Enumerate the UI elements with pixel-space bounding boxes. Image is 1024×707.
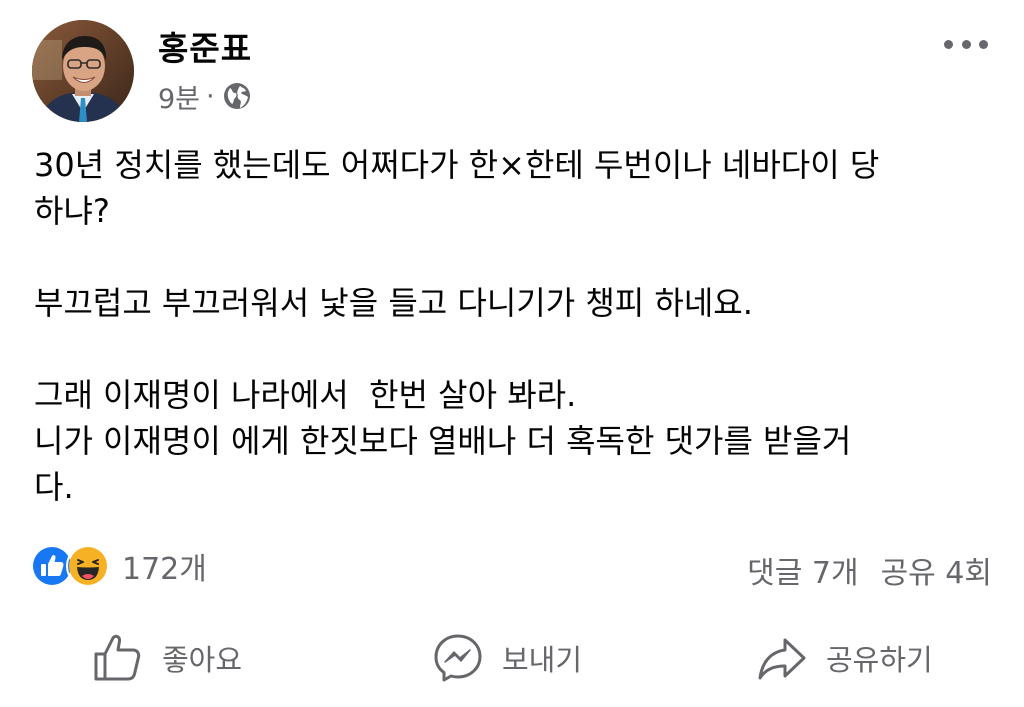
send-button[interactable]: 보내기	[432, 620, 582, 696]
author-name[interactable]: 홍준표	[158, 22, 252, 70]
post-action-bar: 좋아요 보내기 공유하기	[0, 620, 1024, 696]
post-time[interactable]: 9분	[158, 77, 200, 116]
post-stats: 172개 댓글 7개 공유 4회	[30, 540, 992, 592]
more-dot-icon	[961, 39, 971, 49]
share-button[interactable]: 공유하기	[756, 620, 933, 696]
send-button-label: 보내기	[502, 643, 583, 677]
post-paragraph: 부끄럽고 부끄러워서 낯을 들고 다니기가 챙피 하네요.	[34, 284, 753, 322]
messenger-icon	[434, 634, 482, 682]
post-meta: 9분 ·	[158, 77, 253, 116]
comment-count-link[interactable]: 댓글 7개	[747, 548, 858, 592]
meta-separator: ·	[206, 80, 215, 112]
more-dot-icon	[979, 39, 988, 49]
like-button-label: 좋아요	[162, 643, 243, 677]
author-avatar[interactable]	[32, 20, 134, 122]
more-options-button[interactable]	[944, 34, 988, 54]
share-button-label: 공유하기	[826, 643, 933, 677]
share-count-link[interactable]: 공유 4회	[881, 548, 992, 592]
more-dot-icon	[944, 39, 953, 49]
reactions-summary[interactable]: 172개	[30, 544, 207, 588]
post-body: 30년 정치를 했는데도 어쩌다가 한×한테 두번이나 네바다이 당 하냐? 부…	[34, 142, 994, 510]
share-arrow-icon	[758, 638, 806, 680]
post-paragraph: 그래 이재명이 나라에서 한번 살아 봐라. 니가 이재명이 에게 한짓보다 열…	[34, 376, 852, 506]
avatar-photo	[32, 20, 134, 122]
globe-icon[interactable]	[221, 80, 253, 112]
thumbs-up-icon	[94, 634, 141, 681]
haha-reaction-icon	[66, 544, 110, 588]
reaction-count: 172개	[122, 552, 207, 587]
engagement-counts: 댓글 7개 공유 4회	[747, 548, 992, 592]
like-button[interactable]: 좋아요	[92, 620, 242, 696]
facebook-post: 홍준표 9분 · 30년 정치를 했는데도 어쩌다가 한×한테 두번이나 네바다…	[0, 0, 1024, 707]
post-paragraph: 30년 정치를 했는데도 어쩌다가 한×한테 두번이나 네바다이 당 하냐?	[34, 146, 880, 230]
